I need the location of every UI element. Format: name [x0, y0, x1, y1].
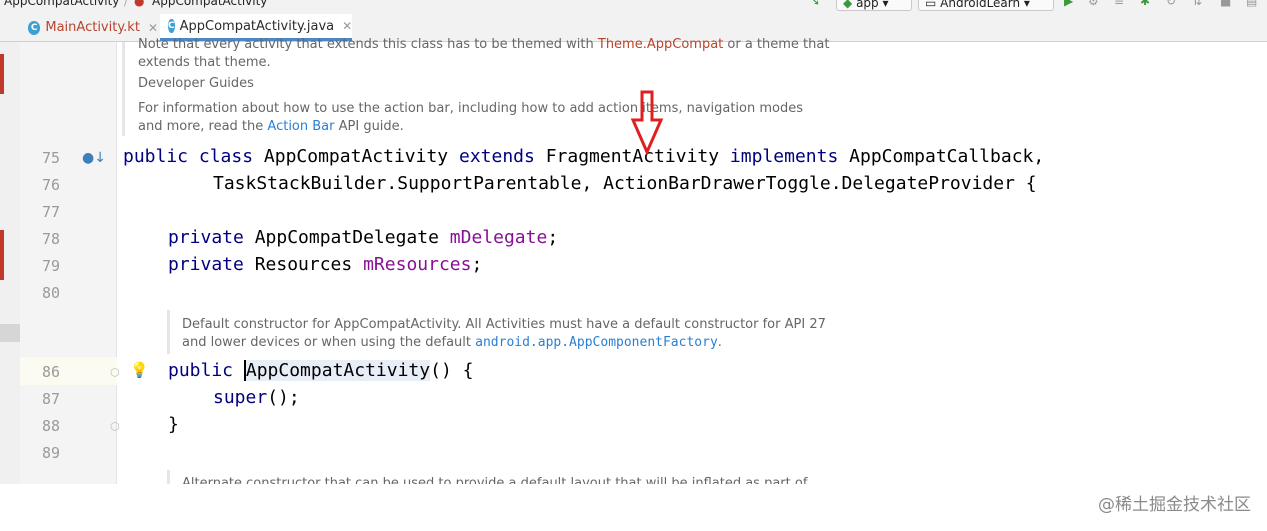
doc-line: Note that every activity that extends th…: [138, 37, 830, 52]
code-line-75[interactable]: public class AppCompatActivity extends F…: [123, 146, 1044, 167]
tab-label: MainActivity.kt: [45, 20, 140, 35]
line-number: 77: [41, 203, 60, 221]
code-line-88[interactable]: }: [168, 414, 179, 435]
line-number: 78: [41, 230, 60, 248]
debug-icon[interactable]: ⚙: [1088, 0, 1099, 8]
doc-heading: Developer Guides: [138, 76, 254, 91]
line-number: 80: [41, 284, 60, 302]
implements-icon[interactable]: ●↓: [82, 150, 106, 166]
line-number: 87: [41, 390, 60, 408]
doc-border: [167, 310, 170, 354]
device-select[interactable]: ▭ AndroidLearn ▾: [918, 0, 1054, 11]
line-number: 86: [41, 363, 60, 381]
breadcrumb-item[interactable]: AppCompatActivity: [152, 0, 267, 8]
doc-line: and lower devices or when using the defa…: [182, 335, 722, 350]
change-marker: [0, 230, 4, 280]
breadcrumb-item[interactable]: AppCompatActivity: [4, 0, 119, 8]
doc-code-link[interactable]: android.app.AppComponentFactory: [475, 335, 718, 350]
doc-border: [122, 42, 125, 136]
fold-icon[interactable]: ⬡: [110, 366, 120, 379]
java-class-icon: C: [168, 19, 175, 33]
left-tool-strip: [0, 42, 21, 484]
line-number: 79: [41, 257, 60, 275]
doc-clip: Alternate constructor that can be used t…: [117, 476, 1267, 484]
lightbulb-icon[interactable]: 💡: [130, 361, 149, 379]
make-icon[interactable]: ➘: [810, 0, 820, 8]
doc-line: Alternate constructor that can be used t…: [182, 476, 808, 484]
breadcrumb-separator: /: [124, 0, 129, 8]
fold-icon[interactable]: ⬡: [110, 420, 120, 433]
line-number: 76: [41, 176, 60, 194]
doc-line: and more, read the Action Bar API guide.: [138, 119, 404, 134]
bottom-blank-area: [0, 484, 1267, 531]
line-number: 75: [41, 149, 60, 167]
doc-line: Default constructor for AppCompatActivit…: [182, 317, 826, 332]
code-line-86[interactable]: public AppCompatActivity() {: [168, 360, 473, 381]
profile-icon[interactable]: ≡: [1114, 0, 1124, 8]
run-icon[interactable]: ▶: [1064, 0, 1073, 8]
android-icon: ◆: [843, 0, 853, 10]
stop-icon[interactable]: ■: [1220, 0, 1231, 8]
attach-debugger-icon[interactable]: ✱: [1140, 0, 1150, 8]
sdk-manager-icon[interactable]: ▤: [1246, 0, 1257, 8]
close-icon[interactable]: ✕: [342, 19, 352, 33]
device-label: AndroidLearn: [940, 0, 1021, 10]
run-config-label: app: [856, 0, 879, 10]
line-number: 89: [41, 444, 60, 462]
watermark: @稀土掘金技术社区: [1098, 495, 1251, 515]
sync-icon[interactable]: ⇅: [1192, 0, 1202, 8]
run-config-select[interactable]: ◆ app ▾: [836, 0, 912, 11]
doc-line: For information about how to use the act…: [138, 101, 804, 116]
code-line-76[interactable]: TaskStackBuilder.SupportParentable, Acti…: [213, 173, 1037, 194]
change-marker: [0, 54, 4, 94]
close-icon[interactable]: ✕: [148, 21, 158, 35]
code-line-78[interactable]: private AppCompatDelegate mDelegate;: [168, 227, 558, 248]
doc-line: extends that theme.: [138, 55, 271, 70]
code-line-87[interactable]: super();: [213, 387, 300, 408]
doc-link[interactable]: Action Bar: [267, 119, 334, 134]
device-icon: ▭: [925, 0, 937, 10]
code-line-79[interactable]: private Resources mResources;: [168, 254, 482, 275]
annotation-arrow-icon: [630, 90, 664, 156]
class-icon: ●: [134, 0, 145, 8]
doc-link[interactable]: Theme.AppCompat: [598, 37, 723, 52]
navigation-bar: AppCompatActivity / ● AppCompatActivity …: [0, 0, 1267, 14]
kotlin-class-icon: C: [28, 20, 41, 35]
tab-label: AppCompatActivity.java: [179, 18, 335, 34]
apply-changes-icon[interactable]: ↻: [1166, 0, 1176, 8]
line-number: 88: [41, 417, 60, 435]
scroll-marker: [0, 324, 20, 342]
